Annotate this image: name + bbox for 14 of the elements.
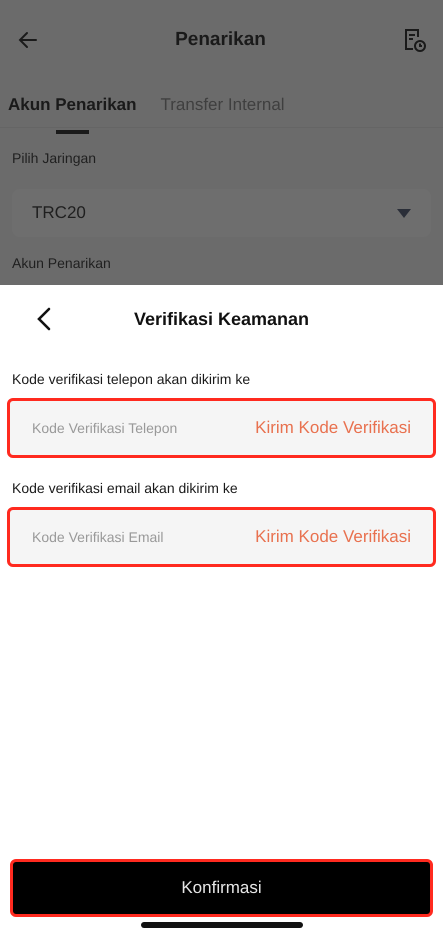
send-code-link[interactable]: Kirim Kode Verifikasi <box>255 524 411 550</box>
send-code-link[interactable]: Kirim Kode Verifikasi <box>255 415 411 441</box>
field-label: Akun Penarikan <box>12 254 112 273</box>
tab[interactable]: Akun Penarikan <box>8 92 136 134</box>
page-title: Penarikan <box>175 28 266 52</box>
dropdown-caret-icon <box>397 208 411 218</box>
confirm-button[interactable]: Konfirmasi <box>10 859 433 917</box>
verification-code-field[interactable]: Kode Verifikasi Telepon Kirim Kode Verifikasi <box>7 398 436 458</box>
back-chevron-icon[interactable] <box>36 307 52 331</box>
field-label: Kode verifikasi email akan dikirim ke <box>11 479 239 498</box>
field-label: Kode verifikasi telepon akan dikirim ke <box>11 370 252 389</box>
field-label: Pilih Jaringan <box>12 149 98 168</box>
verification-code-field[interactable]: Kode Verifikasi Email Kirim Kode Verifikasi <box>7 507 436 567</box>
sheet-title: Verifikasi Keamanan <box>134 308 310 330</box>
